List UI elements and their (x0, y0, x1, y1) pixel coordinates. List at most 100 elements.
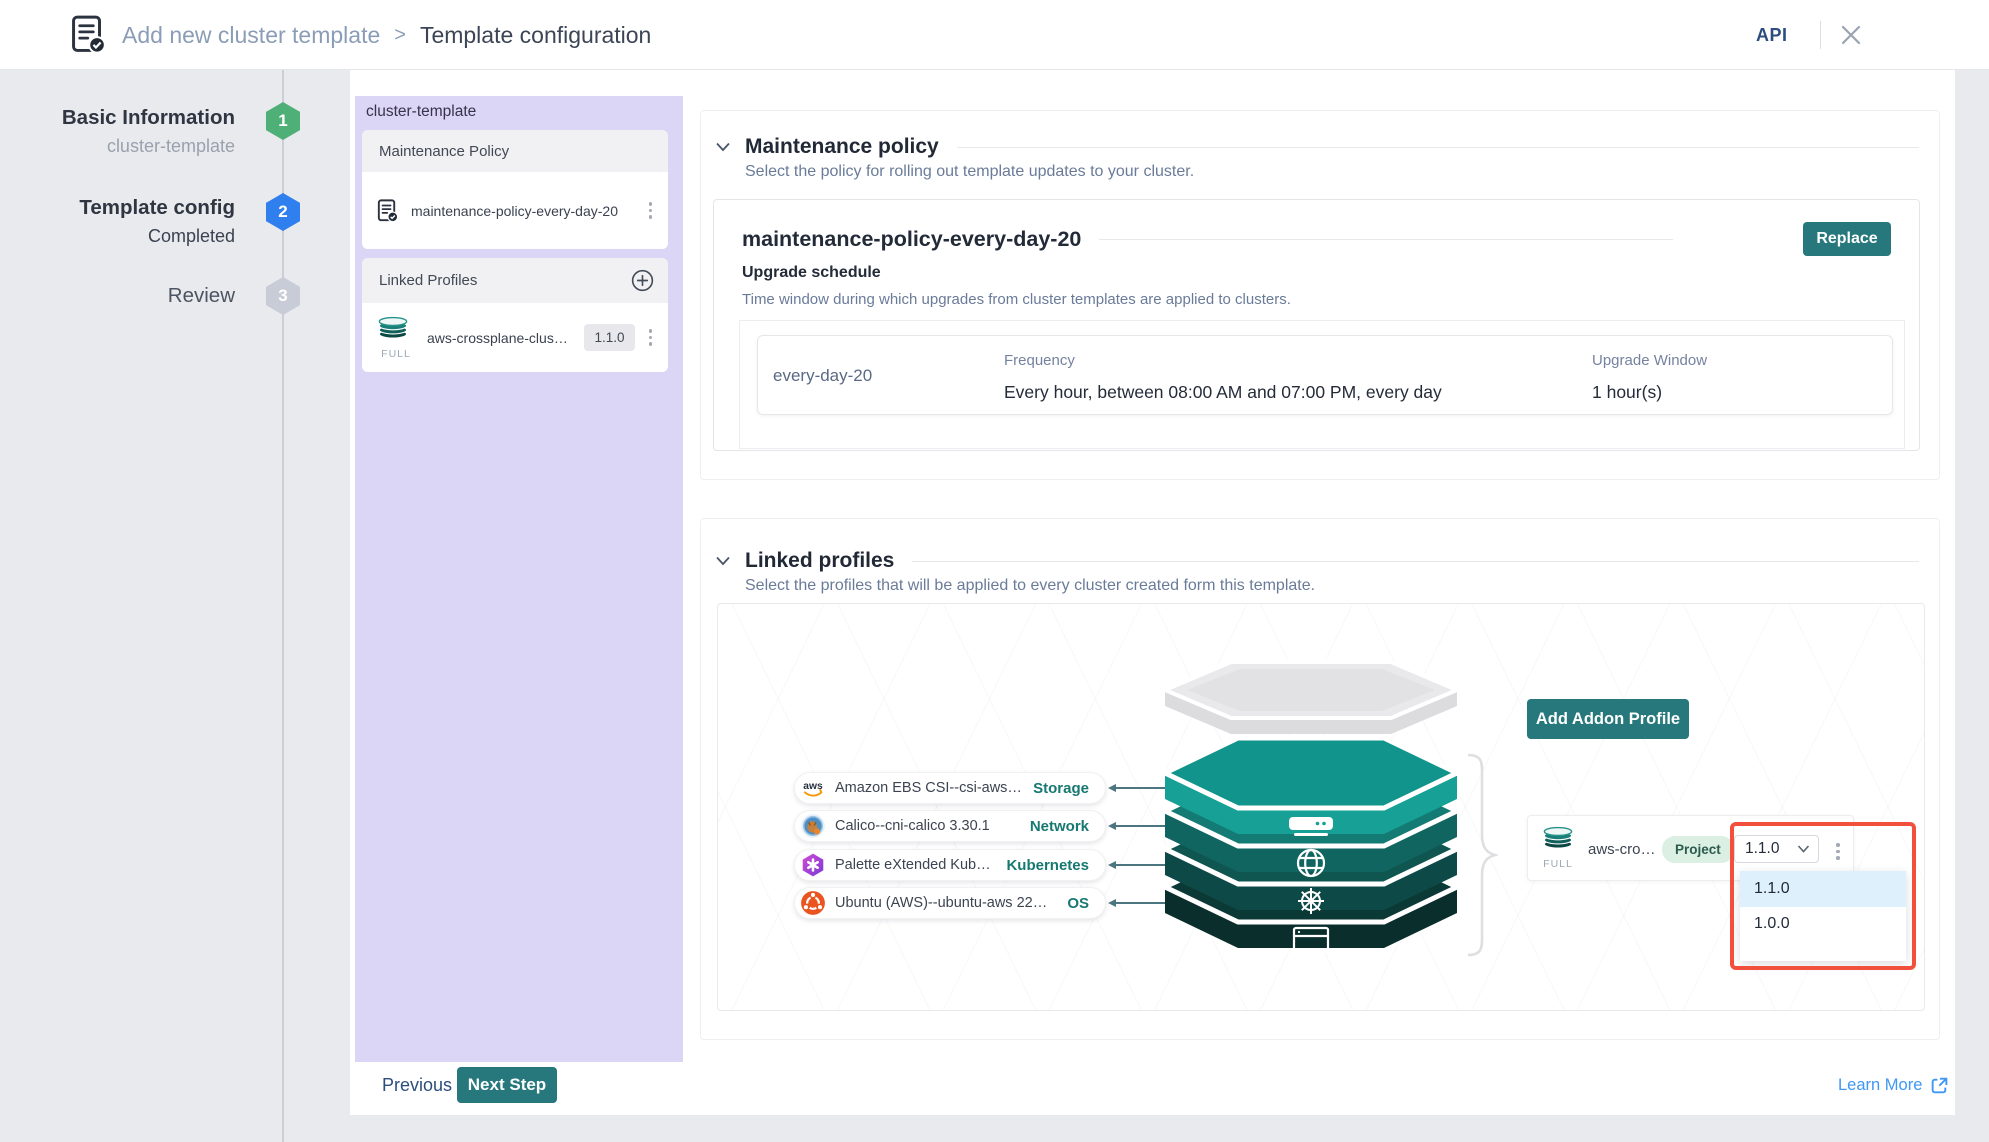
next-step-button[interactable]: Next Step (457, 1067, 557, 1103)
maintenance-policy-item[interactable]: maintenance-policy-every-day-20 (362, 172, 668, 249)
upgrade-window-column: Upgrade Window 1 hour(s) (1592, 352, 1707, 403)
layer-type: Kubernetes (1006, 857, 1089, 874)
linked-profiles-card-header: Linked Profiles (362, 258, 668, 303)
replace-button[interactable]: Replace (1803, 222, 1891, 256)
stepper-item-review[interactable]: Review (0, 284, 235, 308)
chevron-down-icon[interactable] (715, 556, 731, 566)
step-title: Basic Information (0, 106, 235, 130)
connector-arrow-icon (1108, 861, 1116, 869)
breadcrumb-parent-link[interactable]: Add new cluster template (122, 22, 380, 49)
doc-check-icon (377, 198, 399, 224)
version-option-1-1-0[interactable]: 1.1.0 (1740, 871, 1906, 907)
add-addon-profile-button[interactable]: Add Addon Profile (1527, 699, 1689, 739)
profile-name: aws-cro… (1588, 816, 1656, 882)
layer-chip-storage[interactable]: aws Amazon EBS CSI--csi-aws… Storage (794, 772, 1106, 804)
calico-icon (800, 813, 826, 839)
layer-name: Palette eXtended Kub… (835, 857, 991, 873)
stepper-item-basic-information[interactable]: Basic Information cluster-template (0, 106, 235, 157)
layer-type: OS (1067, 895, 1089, 912)
step-3-hexagon-badge: 3 (266, 277, 300, 315)
linked-profile-item[interactable]: FULL aws-crossplane-clus… 1.1.0 (362, 303, 668, 372)
maintenance-policy-card: Maintenance Policy maintenance-policy-ev… (362, 130, 668, 249)
version-dropdown-menu: 1.1.0 1.0.0 (1740, 871, 1906, 961)
aws-icon: aws (800, 775, 826, 801)
schedule-row: every-day-20 Frequency Every hour, betwe… (757, 335, 1893, 415)
linked-profiles-section: Linked profiles Select the profiles that… (700, 518, 1940, 1040)
layer-type: Storage (1033, 780, 1089, 797)
kebab-menu-icon[interactable] (1830, 839, 1846, 864)
chevron-down-icon[interactable] (715, 142, 731, 152)
maintenance-policy-detail-card: maintenance-policy-every-day-20 Replace … (713, 199, 1920, 451)
stepper-item-template-config[interactable]: Template config Completed (0, 196, 235, 247)
step-title: Review (0, 284, 235, 308)
chevron-down-icon (1797, 845, 1810, 853)
maintenance-policy-card-header: Maintenance Policy (362, 130, 668, 172)
cluster-template-icon (70, 14, 108, 56)
learn-more-label: Learn More (1838, 1076, 1922, 1095)
ubuntu-icon (800, 890, 826, 916)
maintenance-policy-section: Maintenance policy Select the policy for… (700, 110, 1940, 480)
add-profile-plus-icon[interactable] (631, 269, 654, 292)
api-link[interactable]: API (1756, 0, 1788, 70)
kebab-menu-icon[interactable] (643, 198, 659, 223)
section-subtitle: Select the policy for rolling out templa… (745, 163, 1194, 181)
profile-icon-block: FULL (1542, 825, 1574, 870)
close-icon[interactable] (1840, 24, 1862, 46)
frequency-value: Every hour, between 08:00 AM and 07:00 P… (1004, 382, 1442, 403)
version-option-1-0-0[interactable]: 1.0.0 (1740, 907, 1906, 940)
layer-type: Network (1030, 818, 1089, 835)
step-number: 2 (278, 202, 287, 222)
palette-pxk-icon (800, 852, 826, 878)
section-rule (912, 561, 1919, 562)
panel-title: cluster-template (366, 103, 476, 121)
kubernetes-wheel-icon (1298, 888, 1324, 914)
connector-arrow-icon (1108, 784, 1116, 792)
layer-name: Ubuntu (AWS)--ubuntu-aws 22… (835, 895, 1047, 911)
section-rule (957, 147, 1919, 148)
upgrade-schedule-description: Time window during which upgrades from c… (742, 291, 1291, 308)
external-link-icon (1930, 1076, 1949, 1095)
layer-chip-os[interactable]: Ubuntu (AWS)--ubuntu-aws 22… OS (794, 887, 1106, 919)
schedule-outer-box: every-day-20 Frequency Every hour, betwe… (739, 320, 1905, 449)
upgrade-window-value: 1 hour(s) (1592, 382, 1707, 403)
breadcrumb: Add new cluster template > Template conf… (122, 0, 651, 70)
linked-profile-item-name: aws-crossplane-clus… (427, 330, 568, 346)
profile-scope-label: FULL (1542, 858, 1574, 870)
breadcrumb-separator: > (394, 24, 406, 47)
step-subtitle: cluster-template (0, 136, 235, 157)
frequency-column: Frequency Every hour, between 08:00 AM a… (1004, 352, 1442, 403)
step-1-hexagon-badge: 1 (266, 102, 300, 140)
connector-arrow-icon (1108, 899, 1116, 907)
profile-icon-block: FULL (377, 315, 415, 360)
learn-more-link[interactable]: Learn More (1838, 1076, 1949, 1095)
upgrade-schedule-heading: Upgrade schedule (742, 264, 881, 282)
kebab-menu-icon[interactable] (643, 325, 659, 350)
profile-stack-illustration-box: aws Amazon EBS CSI--csi-aws… Storage Cal… (717, 603, 1925, 1011)
layer-chip-kubernetes[interactable]: Palette eXtended Kub… Kubernetes (794, 849, 1106, 881)
step-number: 1 (278, 111, 287, 131)
layer-name: Amazon EBS CSI--csi-aws… (835, 780, 1022, 796)
step-2-hexagon-badge: 2 (266, 193, 300, 231)
profile-version-select[interactable]: 1.1.0 (1734, 835, 1819, 863)
layer-chip-network[interactable]: Calico--cni-calico 3.30.1 Network (794, 810, 1106, 842)
section-subtitle: Select the profiles that will be applied… (745, 577, 1315, 595)
profile-version-badge: 1.1.0 (584, 324, 634, 351)
section-title: Maintenance policy (745, 135, 939, 159)
previous-button[interactable]: Previous (382, 1067, 452, 1103)
page-title: Template configuration (420, 22, 651, 49)
step-title: Template config (0, 196, 235, 220)
step-subtitle: Completed (0, 226, 235, 247)
schedule-name: every-day-20 (773, 336, 872, 416)
layers-icon (1542, 825, 1574, 850)
linked-profiles-header-label: Linked Profiles (379, 272, 477, 289)
header-divider (1820, 21, 1821, 49)
connector-arrow-icon (1108, 822, 1116, 830)
section-title: Linked profiles (745, 549, 894, 573)
policy-name: maintenance-policy-every-day-20 (742, 227, 1081, 252)
profile-scope-label: FULL (377, 348, 415, 360)
upgrade-window-label: Upgrade Window (1592, 352, 1707, 369)
frequency-label: Frequency (1004, 352, 1442, 369)
maintenance-policy-item-name: maintenance-policy-every-day-20 (411, 203, 618, 219)
linked-profiles-card: Linked Profiles FULL aws-crossplane-clus… (362, 258, 668, 372)
wizard-header: Add new cluster template > Template conf… (0, 0, 1989, 70)
